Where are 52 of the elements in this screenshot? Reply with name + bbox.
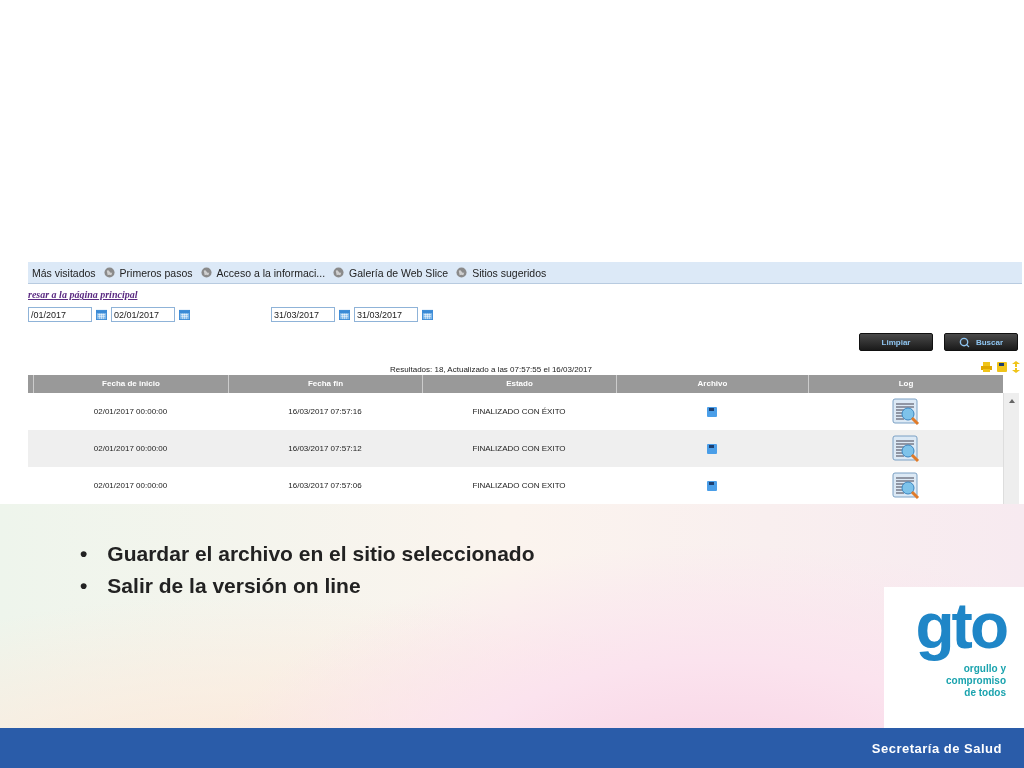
date-field[interactable]: 31/03/2017 [354,307,418,323]
globe-icon [103,267,115,279]
table-cell-text: 02/01/2017 00:00:00 [92,480,169,492]
calendar-icon[interactable] [339,309,350,321]
results-summary: Resultados: 18, Actualizado a las 07:57:55 el 16/03/2017 [390,364,592,374]
logo-tagline: compromiso [946,675,1006,687]
document-search-icon[interactable] [891,397,920,426]
globe-icon [333,267,345,279]
table-row[interactable]: 02/01/2017 00:00:00 16/03/2017 07:57:12 FINALIZADO CON EXITO [28,430,1003,467]
search-icon [958,336,970,348]
favorite-link[interactable]: Primeros pasos [103,266,193,279]
scrollbar[interactable] [1003,393,1019,504]
date-field[interactable]: /01/2017 [28,307,92,323]
date-field[interactable]: 31/03/2017 [271,307,335,323]
date-field[interactable]: 02/01/2017 [111,307,175,323]
save-icon[interactable] [997,361,1007,372]
favorite-link[interactable]: Galería de Web Slice [333,266,449,279]
table-cell-text: 16/03/2017 07:57:16 [287,406,363,418]
logo-mark: gto [915,589,1006,663]
table-cell-text: 02/01/2017 00:00:00 [92,443,169,455]
header-stub [28,374,33,393]
bullet-text: Guardar el archivo en el sitio seleccionado [107,542,535,566]
calendar-icon[interactable] [179,309,190,321]
globe-icon [200,267,212,279]
action-button[interactable]: Buscar [944,333,1018,352]
logo-tagline: orgullo y [963,663,1006,675]
bullet-text: Salir de la versión on line [107,574,361,598]
printer-icon[interactable] [981,361,992,372]
table-cell-text: FINALIZADO CON EXITO [471,480,567,492]
document-search-icon[interactable] [891,434,920,463]
table-cell-text: FINALIZADO CON EXITO [471,443,567,455]
calendar-icon[interactable] [422,309,433,321]
document-search-icon[interactable] [891,471,920,500]
logo-tagline: de todos [964,687,1006,699]
bullet-mark: • [80,574,88,598]
table-cell-text: 02/01/2017 00:00:00 [92,406,169,418]
calendar-icon[interactable] [96,309,107,321]
action-button[interactable]: Limpiar [859,333,933,352]
footer-text: Secretaría de Salud [871,740,1002,756]
scroll-up-icon[interactable] [1008,399,1015,403]
floppy-icon[interactable] [707,480,717,491]
floppy-icon[interactable] [707,406,717,417]
table-cell-text: 16/03/2017 07:57:06 [287,480,363,492]
table-cell-text: 16/03/2017 07:57:12 [287,443,363,455]
floppy-icon[interactable] [707,443,717,454]
back-link[interactable]: resar a la página principal [28,289,138,303]
globe-icon [456,267,468,279]
favorite-link[interactable]: Sitios sugeridos [456,266,547,279]
favorite-link[interactable]: Acceso a la informaci... [200,266,326,279]
bullet-mark: • [80,542,88,566]
table-cell-text: FINALIZADO CON ÉXITO [471,406,567,418]
favorite-link[interactable]: Más visitados [32,266,96,279]
